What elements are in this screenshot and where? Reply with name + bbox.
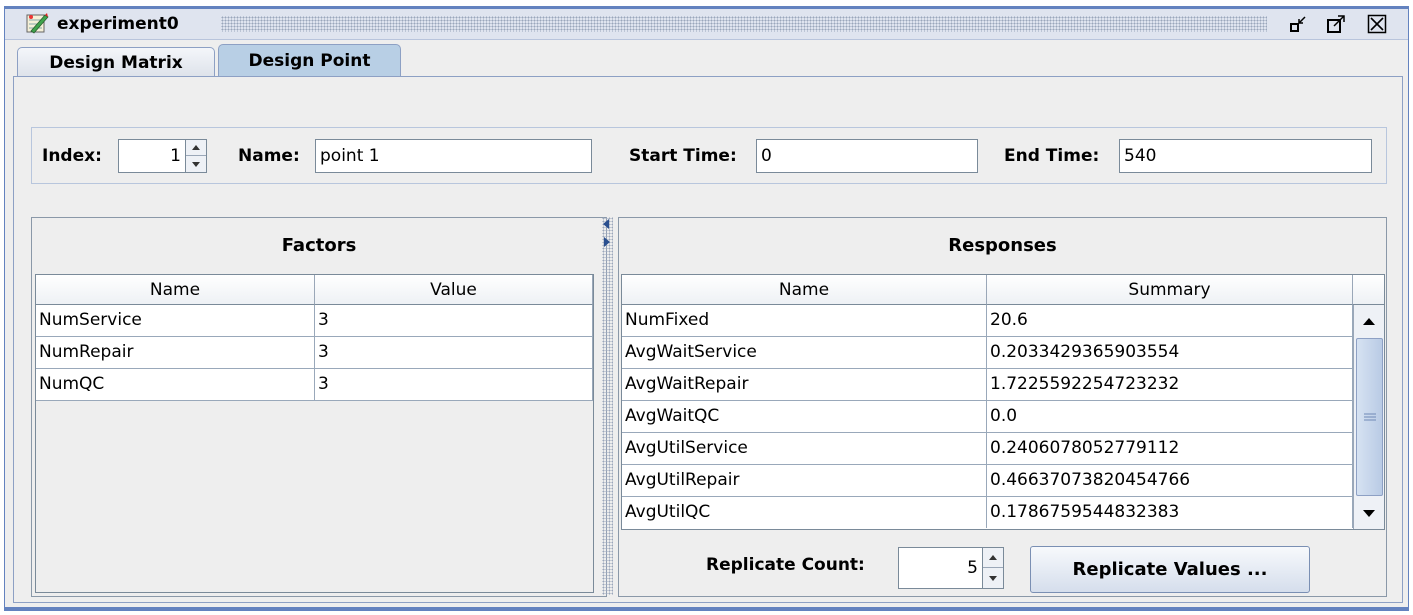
replicate-values-button[interactable]: Replicate Values ...	[1030, 546, 1310, 593]
table-row[interactable]: NumQC 3	[36, 369, 593, 401]
response-name-cell[interactable]: AvgUtilService	[622, 433, 987, 464]
grip-icon	[1363, 413, 1376, 421]
start-time-field[interactable]: 0	[756, 139, 978, 173]
index-label: Index:	[42, 146, 102, 166]
split-pane-divider[interactable]	[602, 217, 613, 595]
design-point-fields: Index: 1 Name: point 1 Start Time: 0 End…	[31, 127, 1387, 184]
response-summary-cell[interactable]: 0.1786759544832383	[987, 497, 1353, 528]
internal-frame: experiment0 Design Matrix Design Point I…	[4, 6, 1409, 611]
table-row[interactable]: AvgUtilService 0.2406078052779112	[622, 433, 1353, 465]
maximize-icon	[1327, 15, 1345, 33]
factor-value-cell[interactable]: 3	[315, 305, 593, 336]
response-summary-cell[interactable]: 1.7225592254723232	[987, 369, 1353, 400]
factor-name-cell[interactable]: NumService	[36, 305, 315, 336]
factor-name-cell[interactable]: NumRepair	[36, 337, 315, 368]
expand-right-icon	[604, 237, 610, 247]
index-increment-button[interactable]	[186, 140, 206, 156]
responses-table: Name Summary NumFixed 20.6 AvgWaitServic…	[621, 274, 1385, 530]
scroll-down-button[interactable]	[1354, 497, 1384, 529]
close-icon	[1367, 14, 1387, 34]
factors-table: Name Value NumService 3 NumRepair 3 NumQ…	[35, 274, 594, 593]
arrow-up-icon	[192, 145, 200, 150]
collapse-left-icon	[603, 219, 609, 229]
table-row[interactable]: NumFixed 20.6	[622, 305, 1353, 337]
replicate-spinner-buttons[interactable]	[982, 547, 1004, 589]
response-name-cell[interactable]: AvgUtilRepair	[622, 465, 987, 496]
table-row[interactable]: AvgWaitQC 0.0	[622, 401, 1353, 433]
responses-panel: Responses Name Summary NumFixed 20.6 Avg…	[618, 217, 1387, 597]
response-summary-cell[interactable]: 20.6	[987, 305, 1353, 336]
responses-title: Responses	[948, 235, 1057, 256]
factors-header-value[interactable]: Value	[315, 275, 593, 305]
factors-title: Factors	[281, 235, 357, 256]
arrow-up-icon	[989, 555, 997, 560]
factor-name-cell[interactable]: NumQC	[36, 369, 315, 400]
replicate-decrement-button[interactable]	[983, 568, 1003, 588]
response-summary-cell[interactable]: 0.0	[987, 401, 1353, 432]
factor-value-cell[interactable]: 3	[315, 369, 593, 400]
minimize-icon	[1290, 16, 1306, 32]
scroll-up-button[interactable]	[1354, 305, 1384, 337]
table-row[interactable]: NumRepair 3	[36, 337, 593, 369]
replicate-count-label: Replicate Count:	[706, 555, 865, 575]
response-name-cell[interactable]: AvgUtilQC	[622, 497, 987, 528]
arrow-down-icon	[1363, 509, 1375, 517]
response-summary-cell[interactable]: 0.46637073820454766	[987, 465, 1353, 496]
responses-header-name[interactable]: Name	[622, 275, 987, 305]
title-bar[interactable]: experiment0	[5, 9, 1408, 40]
index-decrement-button[interactable]	[186, 156, 206, 172]
end-time-label: End Time:	[1004, 146, 1100, 166]
minimize-button[interactable]	[1287, 13, 1309, 35]
response-name-cell[interactable]: AvgWaitQC	[622, 401, 987, 432]
arrow-down-icon	[192, 161, 200, 167]
start-time-label: Start Time:	[629, 146, 737, 166]
index-spinner-buttons[interactable]	[185, 139, 207, 173]
window-title: experiment0	[57, 14, 179, 34]
table-row[interactable]: AvgWaitService 0.2033429365903554	[622, 337, 1353, 369]
response-summary-cell[interactable]: 0.2406078052779112	[987, 433, 1353, 464]
name-label: Name:	[238, 146, 300, 166]
close-button[interactable]	[1366, 13, 1388, 35]
factors-header-name[interactable]: Name	[36, 275, 315, 305]
tab-design-point[interactable]: Design Point	[218, 44, 401, 76]
response-name-cell[interactable]: AvgWaitRepair	[622, 369, 987, 400]
response-summary-cell[interactable]: 0.2033429365903554	[987, 337, 1353, 368]
replicate-increment-button[interactable]	[983, 548, 1003, 568]
table-row[interactable]: AvgUtilRepair 0.46637073820454766	[622, 465, 1353, 497]
response-name-cell[interactable]: AvgWaitService	[622, 337, 987, 368]
end-time-field[interactable]: 540	[1119, 139, 1372, 173]
tab-design-matrix[interactable]: Design Matrix	[17, 47, 215, 77]
response-name-cell[interactable]: NumFixed	[622, 305, 987, 336]
table-row[interactable]: NumService 3	[36, 305, 593, 337]
responses-header-summary[interactable]: Summary	[987, 275, 1353, 305]
experiment-icon	[26, 13, 49, 34]
factor-value-cell[interactable]: 3	[315, 337, 593, 368]
name-field[interactable]: point 1	[315, 139, 592, 173]
arrow-up-icon	[1363, 317, 1375, 325]
table-row[interactable]: AvgWaitRepair 1.7225592254723232	[622, 369, 1353, 401]
replicate-count-field[interactable]: 5	[898, 547, 983, 589]
factors-panel: Factors Name Value NumService 3 NumRepai…	[31, 217, 607, 597]
scroll-thumb[interactable]	[1356, 338, 1383, 496]
responses-scrollbar[interactable]	[1353, 305, 1384, 529]
design-point-panel: Index: 1 Name: point 1 Start Time: 0 End…	[13, 77, 1403, 603]
title-grip	[221, 16, 1267, 32]
maximize-button[interactable]	[1325, 13, 1347, 35]
table-row[interactable]: AvgUtilQC 0.1786759544832383	[622, 497, 1353, 529]
index-spinner-field[interactable]: 1	[118, 139, 186, 173]
arrow-down-icon	[989, 575, 997, 581]
responses-header-corner	[1353, 275, 1384, 305]
